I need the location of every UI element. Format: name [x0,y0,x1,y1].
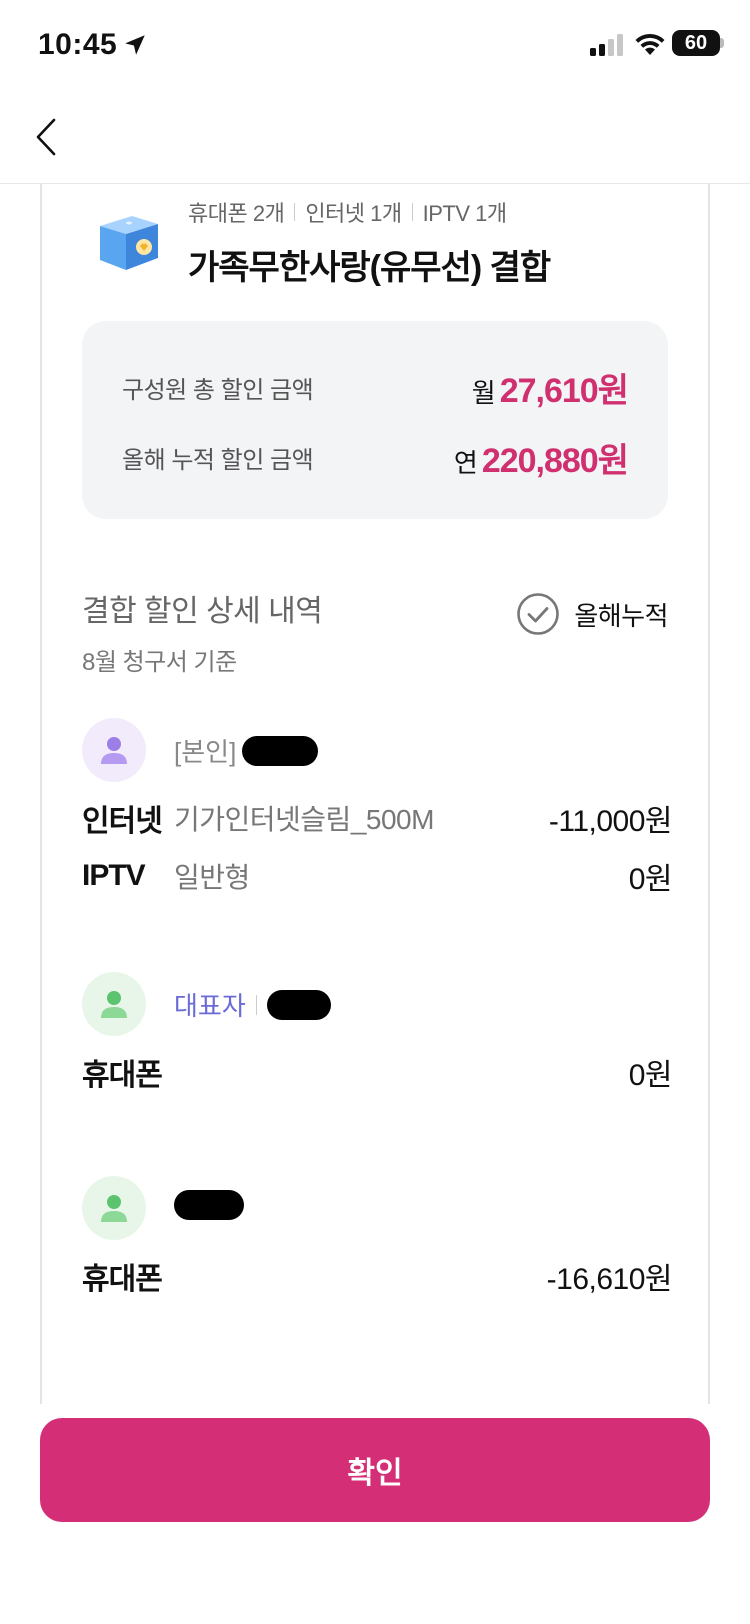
confirm-button[interactable]: 확인 [40,1418,710,1522]
service-category: 인터넷 [82,805,163,838]
status-time: 10:45 [38,28,118,61]
member-meta [174,1190,244,1220]
yearly-discount-amount: 220,880원 [481,441,629,480]
service-line: 휴대폰 0원 [82,1050,673,1094]
service-plan-name: 일반형 [174,862,250,893]
service-line: 인터넷 기가인터넷슬림_500M -11,000원 [82,796,673,840]
tag-divider [294,203,296,221]
yearly-discount-label: 올해 누적 할인 금액 [122,446,314,474]
plan-title: 가족무한사랑(유무선) 결합 [188,249,551,287]
avatar [82,972,146,1036]
yearly-discount-row: 올해 누적 할인 금액 연 220,880원 [122,433,629,482]
tag-divider [411,203,413,221]
avatar [82,718,146,782]
service-category: IPTV [82,859,146,892]
meta-divider [255,994,257,1015]
combination-detail-sheet: 휴대폰 2개 인터넷 1개 IPTV 1개 가족무한사랑(유무선) 결합 구성원… [40,184,710,1404]
yearly-discount-value: 연 220,880원 [453,433,629,482]
person-icon [101,737,127,764]
monthly-discount-amount: 27,610원 [499,371,629,410]
plan-tag: 휴대폰 2개 [188,201,285,226]
year-cumulative-toggle[interactable]: 올해누적 [516,592,668,636]
service-discount-amount: -16,610원 [546,1263,673,1296]
battery-indicator: 60 [672,30,720,56]
wifi-icon [635,33,665,55]
battery-tip [720,38,724,48]
monthly-discount-row: 구성원 총 할인 금액 월 27,610원 [122,363,629,412]
plan-tag: 인터넷 1개 [305,201,402,226]
redacted-name [174,1190,244,1220]
status-bar: 10:45 60 [0,0,750,92]
discount-summary-card: 구성원 총 할인 금액 월 27,610원 올해 누적 할인 금액 연 220,… [82,321,668,519]
redacted-name [242,735,319,766]
service-plan-name: 기가인터넷슬림_500M [174,804,434,835]
check-circle-icon [517,593,560,635]
member-role: [본인] [174,737,237,767]
year-cumulative-label: 올해누적 [574,600,668,631]
detail-section-title: 결합 할인 상세 내역 [82,595,323,628]
service-line: 휴대폰 -16,610원 [82,1254,673,1298]
chevron-left-icon [36,118,56,156]
redacted-name [266,989,331,1020]
yearly-prefix: 연 [453,447,478,478]
service-line: IPTV 일반형 0원 [82,854,673,898]
gift-box-icon [100,216,158,270]
back-button[interactable] [26,112,66,162]
monthly-discount-label: 구성원 총 할인 금액 [122,376,314,404]
cellular-signal-icon [590,34,623,56]
person-icon [101,1195,127,1222]
service-discount-amount: -11,000원 [548,805,673,838]
avatar [82,1176,146,1240]
monthly-prefix: 월 [471,377,496,408]
member-meta: [본인] [174,732,319,769]
monthly-discount-value: 월 27,610원 [471,363,629,412]
service-discount-amount: 0원 [628,863,673,896]
location-arrow-icon [125,35,145,55]
person-icon [101,991,127,1018]
plan-tag: IPTV 1개 [422,201,508,226]
detail-section-subtitle: 8월 청구서 기준 [82,649,237,676]
service-category: 휴대폰 [82,1059,163,1092]
member-role: 대표자 [174,991,246,1021]
service-category: 휴대폰 [82,1263,163,1296]
nav-bar [0,92,750,184]
service-discount-amount: 0원 [628,1059,673,1092]
plan-tags: 휴대폰 2개 인터넷 1개 IPTV 1개 [188,196,507,228]
member-meta: 대표자 [174,986,331,1023]
